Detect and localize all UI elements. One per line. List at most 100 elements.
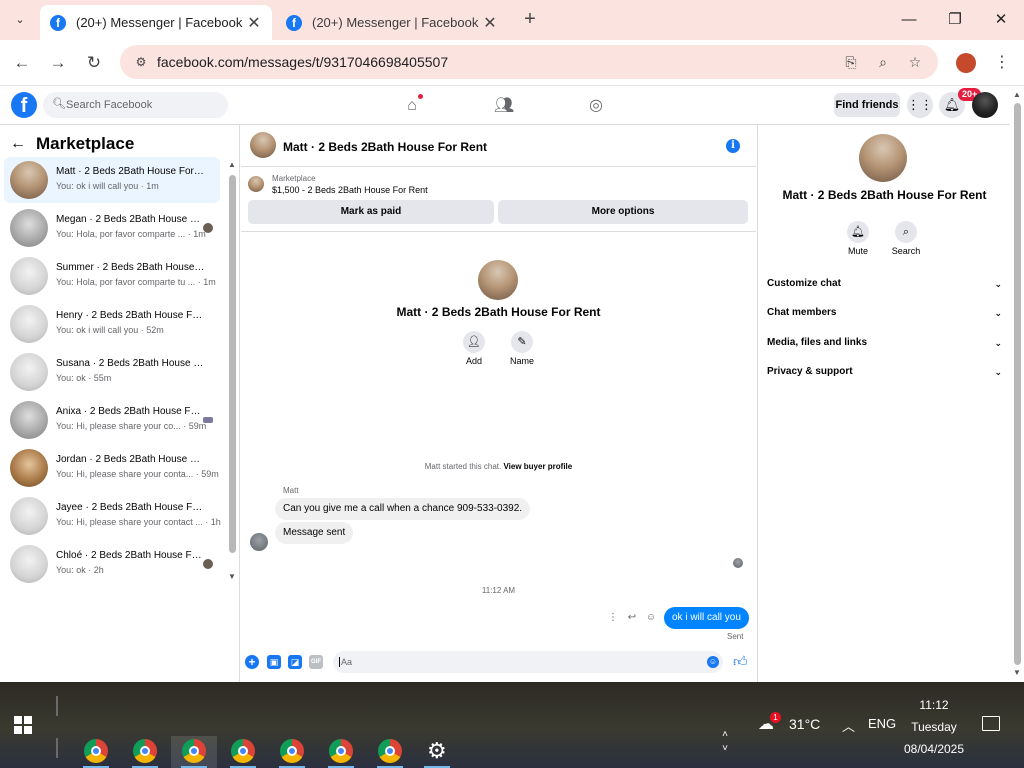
conversation-preview: You: Hola, por favor comparte tu ... · 1… xyxy=(56,277,216,287)
browser-menu-icon[interactable]: ⋮ xyxy=(992,51,1012,75)
language-indicator[interactable]: ENG xyxy=(868,716,896,731)
scroll-up-icon[interactable]: ▲ xyxy=(228,160,236,169)
listing-thumbnail[interactable] xyxy=(248,176,264,192)
forward-button[interactable]: → xyxy=(45,50,71,76)
tab-close-icon[interactable]: ✕ xyxy=(482,13,498,33)
info-icon[interactable]: i xyxy=(726,139,740,153)
windows-start-icon[interactable] xyxy=(14,716,32,734)
scroll-down-icon[interactable]: ˅ xyxy=(718,742,732,756)
chat-title[interactable]: Matt · 2 Beds 2Bath House For Rent xyxy=(283,140,487,154)
taskbar-scroll[interactable]: ˄ ˅ xyxy=(718,728,732,756)
conversation-item[interactable]: Matt · 2 Beds 2Bath House For Rent You: … xyxy=(4,157,220,203)
action-center-icon[interactable] xyxy=(982,716,1000,731)
conversation-item[interactable]: Chloé · 2 Beds 2Bath House For Rent You:… xyxy=(4,541,220,587)
browser-tab-active[interactable]: f (20+) Messenger | Facebook ✕ xyxy=(40,5,272,40)
mark-as-paid-button[interactable]: Mark as paid xyxy=(248,200,494,224)
thumbs-up-icon[interactable]: 👍︎ xyxy=(733,653,748,670)
chrome-taskbar-app[interactable] xyxy=(73,736,119,768)
incoming-message[interactable]: Can you give me a call when a chance 909… xyxy=(275,498,531,520)
restore-button[interactable]: ❐ xyxy=(932,6,978,34)
facebook-search-input[interactable]: 🔍︎ Search Facebook xyxy=(43,92,228,118)
more-options-button[interactable]: More options xyxy=(498,200,748,224)
outgoing-message[interactable]: ok i will call you xyxy=(664,607,749,629)
new-tab-button[interactable]: + xyxy=(518,8,542,32)
browser-profile-avatar[interactable] xyxy=(956,53,976,73)
listing-title[interactable]: $1,500 - 2 Beds 2Bath House For Rent xyxy=(272,185,428,195)
scrollbar-thumb[interactable] xyxy=(229,175,236,553)
facebook-logo-icon[interactable]: f xyxy=(11,92,37,118)
scroll-up-icon[interactable]: ˄ xyxy=(718,728,732,742)
conversation-item[interactable]: Jayee · 2 Beds 2Bath House For Rent You:… xyxy=(4,493,221,539)
close-window-button[interactable]: ✕ xyxy=(978,6,1024,34)
page-scrollbar[interactable]: ▲ ▼ xyxy=(1011,86,1024,682)
emoji-icon[interactable]: ☺ xyxy=(707,656,719,668)
chrome-taskbar-app[interactable] xyxy=(269,736,315,768)
chat-members-section[interactable]: Chat members ⌄ xyxy=(767,302,1002,324)
bookmark-star-icon[interactable]: ☆ xyxy=(904,51,926,73)
browser-toolbar: ← → ↻ ⚙ facebook.com/messages/t/93170466… xyxy=(0,40,1024,86)
settings-taskbar-app[interactable]: ⚙ xyxy=(414,736,460,768)
name-button[interactable]: ✎ Name xyxy=(502,331,542,366)
section-label: Privacy & support xyxy=(767,366,853,377)
groups-nav-icon[interactable]: ◎ xyxy=(584,94,608,118)
react-icon[interactable]: ☺ xyxy=(644,612,658,623)
conversation-item[interactable]: Summer · 2 Beds 2Bath House For Rent You… xyxy=(4,253,220,299)
address-bar[interactable]: ⚙ facebook.com/messages/t/93170466984055… xyxy=(120,45,938,79)
conversation-item[interactable]: Anixa · 2 Beds 2Bath House For Rent You:… xyxy=(4,397,220,443)
customize-chat-section[interactable]: Customize chat ⌄ xyxy=(767,273,1002,295)
chrome-taskbar-app[interactable] xyxy=(171,736,217,768)
scroll-down-icon[interactable]: ▼ xyxy=(228,572,236,581)
plus-icon[interactable]: + xyxy=(245,655,259,669)
conversation-item[interactable]: Henry · 2 Beds 2Bath House For Rent You:… xyxy=(4,301,220,347)
add-button[interactable]: 👤︎ Add xyxy=(454,331,494,366)
mute-button[interactable]: 🔔︎ Mute xyxy=(836,221,880,256)
details-avatar[interactable] xyxy=(859,134,907,182)
show-hidden-icons-icon[interactable]: ︿ xyxy=(842,716,855,735)
site-info-icon[interactable]: ⚙ xyxy=(132,53,150,71)
url-text[interactable]: facebook.com/messages/t/9317046698405507 xyxy=(157,54,448,70)
weather-badge: 1 xyxy=(770,712,781,723)
privacy-support-section[interactable]: Privacy & support ⌄ xyxy=(767,361,1002,383)
back-arrow-icon[interactable]: ← xyxy=(10,135,32,153)
more-icon[interactable]: ⋮ xyxy=(606,612,620,623)
system-clock[interactable]: 11:12 Tuesday 08/04/2025 xyxy=(900,694,968,760)
incoming-message[interactable]: Message sent xyxy=(275,522,354,544)
minimize-button[interactable]: — xyxy=(886,6,932,34)
browser-tab[interactable]: f (20+) Messenger | Facebook ✕ xyxy=(276,5,508,40)
tab-search-chevron-icon[interactable]: ⌄ xyxy=(8,8,32,32)
message-input[interactable]: Aa ☺ xyxy=(333,651,723,673)
chrome-taskbar-app[interactable] xyxy=(122,736,168,768)
view-buyer-profile-link[interactable]: View buyer profile xyxy=(503,462,572,471)
find-friends-button[interactable]: Find friends xyxy=(834,93,900,117)
gif-icon[interactable]: GIF xyxy=(309,655,323,669)
weather-temperature[interactable]: 31°C xyxy=(789,716,820,732)
chat-list-scrollbar[interactable]: ▲ ▼ xyxy=(227,155,237,585)
clock-time: 11:12 xyxy=(919,698,949,712)
zoom-icon[interactable]: ⌕ xyxy=(872,51,894,73)
chat-avatar[interactable] xyxy=(250,132,276,158)
scrollbar-thumb[interactable] xyxy=(1014,103,1021,665)
media-files-links-section[interactable]: Media, files and links ⌄ xyxy=(767,332,1002,354)
conversation-item[interactable]: Megan · 2 Beds 2Bath House For Rent You:… xyxy=(4,205,220,251)
chrome-taskbar-app[interactable] xyxy=(367,736,413,768)
back-button[interactable]: ← xyxy=(9,50,35,76)
friends-nav-icon[interactable]: 👥︎ xyxy=(492,94,516,118)
search-icon: ⌕ xyxy=(895,221,917,243)
scroll-up-icon[interactable]: ▲ xyxy=(1013,90,1021,99)
menu-grid-icon[interactable]: ⋮⋮ xyxy=(907,92,933,118)
sticker-icon[interactable]: ◪ xyxy=(288,655,302,669)
tab-close-icon[interactable]: ✕ xyxy=(246,13,262,33)
marketplace-title: Marketplace xyxy=(36,134,135,153)
conversation-name: Jayee · 2 Beds 2Bath House For Rent xyxy=(56,502,206,513)
reply-icon[interactable]: ↩ xyxy=(625,612,639,623)
conversation-item[interactable]: Susana · 2 Beds 2Bath House For Rent You… xyxy=(4,349,220,395)
photo-icon[interactable]: ▣ xyxy=(267,655,281,669)
install-app-icon[interactable]: ⎘ xyxy=(840,51,862,73)
reload-button[interactable]: ↻ xyxy=(81,50,107,76)
search-button[interactable]: ⌕ Search xyxy=(884,221,928,256)
account-avatar[interactable] xyxy=(972,92,998,118)
conversation-item[interactable]: Jordan · 2 Beds 2Bath House For Rent You… xyxy=(4,445,220,491)
scroll-down-icon[interactable]: ▼ xyxy=(1013,668,1021,677)
chrome-taskbar-app[interactable] xyxy=(318,736,364,768)
chrome-taskbar-app[interactable] xyxy=(220,736,266,768)
